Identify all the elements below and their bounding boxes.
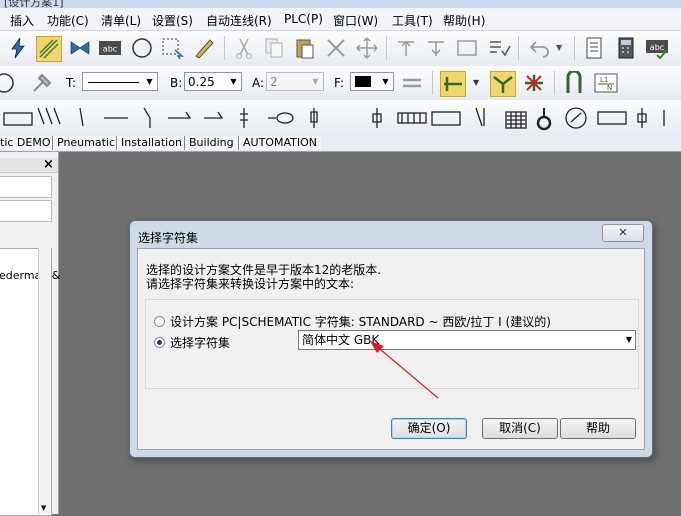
panel-combo2[interactable] [0,200,52,222]
chevron-down-icon: ▼ [230,77,237,86]
close-icon[interactable]: × [43,157,54,172]
svg-text:abc: abc [103,45,117,54]
chevron-down-icon: ▼ [625,335,632,344]
menu-autowire[interactable]: 自动连线(R) [206,12,272,29]
tab-pneumatic[interactable]: Pneumatic [52,136,120,150]
junction-dropdown-icon[interactable]: ▼ [473,78,479,87]
bowtie-icon[interactable] [68,36,92,60]
frame-icon[interactable] [455,36,479,60]
line-style-select[interactable]: ▼ [82,72,158,91]
calculator-icon[interactable] [614,36,638,60]
menu-insert[interactable]: 插入 [10,12,34,29]
terminal-icon[interactable] [562,71,586,95]
svg-text:abc: abc [650,43,664,52]
chevron-down-icon: ▼ [146,77,153,86]
line-width-label: B: [170,76,183,90]
disconnect-icon[interactable] [522,71,546,95]
chevron-down-icon: ▼ [382,77,389,86]
undo-icon[interactable] [528,36,552,60]
fill-color-select[interactable]: ▼ [350,72,394,91]
menu-tools[interactable]: 工具(T) [392,12,433,29]
select-rect-icon[interactable] [160,36,184,60]
angle-label: A: [252,76,265,90]
chevron-down-icon: ▼ [312,77,319,86]
menu-function[interactable]: 功能(C) [47,12,89,29]
delete-x-icon[interactable] [324,36,348,60]
charset-select[interactable]: 简体中文 GBK ▼ [298,330,636,350]
lightning-icon[interactable] [6,36,30,60]
undo-dropdown-icon[interactable]: ▼ [556,43,562,52]
equals-icon[interactable] [400,71,424,95]
menu-settings[interactable]: 设置(S) [152,12,193,29]
document-icon[interactable] [582,36,606,60]
list-item[interactable]: ederman & [0,269,60,282]
menu-help[interactable]: 帮助(H) [443,12,485,29]
symbol-toolbar [0,100,681,137]
format-toolbar: T: ▼ B: 0.25 ▼ A: 2 ▼ F: ▼ ▼ L1 N [0,66,681,101]
hammer-icon[interactable] [30,71,54,95]
svg-text:N: N [607,84,612,92]
fill-label: F: [334,76,345,90]
ring-icon[interactable] [0,71,16,95]
tab-electric-demo[interactable]: tic DEMO [0,136,55,150]
panel-combo[interactable] [0,176,52,198]
help-button[interactable]: 帮助 [560,418,636,439]
dialog-message-line2: 请选择字符集来转换设计方案中的文本: [146,277,355,291]
annotation-arrow-icon [370,341,439,399]
t-junction-icon[interactable] [490,71,516,97]
line-style-label: T: [66,76,77,90]
spellcheck-icon[interactable]: abc [645,36,669,60]
svg-text:L1: L1 [600,76,608,84]
option-select-charset-label[interactable]: 选择字符集 [170,334,230,351]
cut-icon[interactable] [232,36,256,60]
line-width-select[interactable]: 0.25 ▼ [184,72,242,91]
menu-window[interactable]: 窗口(W) [333,12,378,29]
angle-select[interactable]: 2 ▼ [266,72,324,91]
multi-wire-icon[interactable] [36,36,62,62]
paste-icon[interactable] [293,36,317,60]
tab-building[interactable]: Building [184,136,238,150]
ok-button[interactable]: 确定(O) [391,418,467,439]
pencil-icon[interactable] [192,36,216,60]
symbol-edit-icon[interactable] [394,36,418,60]
symbol-edit2-icon[interactable] [424,36,448,60]
color-swatch [355,76,371,87]
menu-bar: 插入 功能(C) 清单(L) 设置(S) 自动连线(R) PLC(P) 窗口(W… [0,8,681,31]
radio-select-charset[interactable] [154,337,165,348]
window-title-bar: [设计方案1] [0,0,681,9]
radio-design-charset[interactable] [154,316,165,327]
move-icon[interactable] [355,36,379,60]
menu-list[interactable]: 清单(L) [101,12,141,29]
dialog-title: 选择字符集 [138,231,199,245]
scroll-down-icon[interactable]: ▼ [41,504,46,512]
checklist-icon[interactable] [487,36,511,60]
cancel-button[interactable]: 取消(C) [482,418,558,439]
symbol-library-tabs: tic DEMO Pneumatic Installation Building… [0,136,681,152]
left-panel: × ederman & ▼ [0,152,60,516]
circle-icon[interactable] [130,36,154,60]
tab-installation[interactable]: Installation [116,136,186,150]
symbol-strip [3,107,665,131]
close-icon: ✕ [618,226,628,239]
main-toolbar: abc ▼ abc [0,31,681,67]
option-design-charset-label[interactable]: 设计方案 PC|SCHEMATIC 字符集: STANDARD ~ 西欧/拉丁 … [170,313,551,330]
copy-icon[interactable] [262,36,286,60]
wire-junction-icon[interactable] [440,71,466,97]
dialog-close-button[interactable]: ✕ [602,224,644,242]
fraction-icon[interactable]: L1N [594,71,618,95]
menu-plc[interactable]: PLC(P) [284,12,323,26]
panel-scrollbar[interactable]: ▼ [38,248,51,514]
tab-automation[interactable]: AUTOMATION [238,136,321,150]
text-abc-icon[interactable]: abc [98,36,122,60]
